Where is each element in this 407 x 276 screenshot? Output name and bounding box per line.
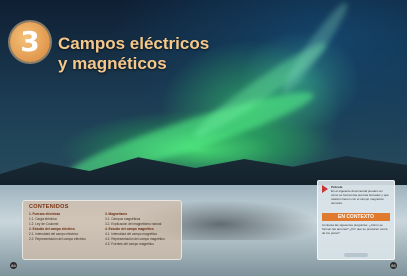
video-text: En el siguiente documental puedes ver có… [331,189,389,205]
chapter-title-line2: y magnéticos [58,54,167,73]
sidebar-link[interactable] [344,253,368,257]
context-banner: EN CONTEXTO [322,213,390,221]
aurora-light [276,0,354,98]
contents-column-1: 1. Fuerzas eléctricas 1.1. Carga eléctric… [29,212,103,242]
contents-item: 4.3. Fuentes del campo magnético [105,242,154,246]
contents-heading: CONTENIDOS [29,204,69,210]
chapter-number-badge: 3 [10,22,50,62]
play-icon[interactable] [322,185,328,193]
page-number-left: 84 [10,262,17,269]
chapter-title-line1: Campos eléctricos [58,34,210,53]
page-number-right: 85 [390,262,397,269]
chapter-number: 3 [20,25,40,58]
video-section[interactable]: Película En el siguiente documental pued… [322,185,390,211]
chapter-opening-spread: 3 Campos eléctricos y magnéticos CONTENI… [0,0,407,276]
contents-column-2: 3. Magnetismo 3.1. Campos magnéticos 3.2. … [105,212,179,247]
contents-item: 2.2. Representación del campo eléctrico [29,237,86,241]
video-description: Película En el siguiente documental pued… [331,185,389,205]
contents-box: CONTENIDOS 1. Fuerzas eléctricas 1.1. Car… [22,200,182,260]
context-text: Contesta las siguientes preguntas. ¿Cómo… [322,223,388,236]
sidebar-box: Película En el siguiente documental pued… [317,180,395,260]
